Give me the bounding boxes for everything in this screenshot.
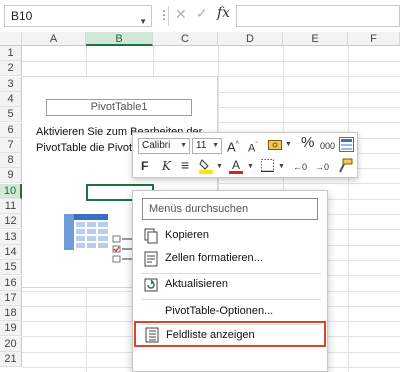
name-box[interactable]: B10 ▼ (4, 5, 152, 27)
font-size-box[interactable]: 11 ▼ (192, 138, 222, 154)
formula-bar: B10 ▼ ⋮ ✕ ✓ fx (0, 0, 400, 32)
insert-function-icon[interactable]: fx (217, 5, 230, 21)
shrink-font-button[interactable]: Aˇ (248, 138, 258, 157)
row-header-20[interactable]: 20 (0, 337, 22, 352)
row-header-17[interactable]: 17 (0, 291, 22, 306)
grow-font-button[interactable]: A^ (227, 137, 239, 155)
thousands-separator-button[interactable]: 000 (320, 138, 335, 154)
chevron-down-icon[interactable]: ▼ (285, 141, 292, 148)
menu-item-label: Aktualisieren (165, 278, 228, 290)
row-header-11[interactable]: 11 (0, 199, 22, 214)
menu-item-label: Feldliste anzeigen (166, 329, 255, 341)
table-format-icon[interactable] (339, 137, 354, 152)
column-header-d[interactable]: D (218, 32, 283, 46)
chevron-down-icon[interactable]: ▼ (216, 163, 223, 170)
align-center-button[interactable]: ≡ (181, 157, 189, 173)
row-header-2[interactable]: 2 (0, 61, 22, 76)
row-header-13[interactable]: 13 (0, 230, 22, 245)
format-cells-icon (144, 251, 158, 267)
chevron-down-icon[interactable]: ▼ (212, 139, 219, 153)
row-header-14[interactable]: 14 (0, 245, 22, 260)
borders-icon[interactable] (261, 159, 274, 172)
column-header-b[interactable]: B (86, 32, 153, 46)
column-header-f[interactable]: F (348, 32, 400, 46)
context-menu: Menüs durchsuchen Kopieren Zellen format… (132, 190, 328, 372)
italic-button[interactable]: K (162, 158, 171, 174)
refresh-icon (144, 278, 158, 292)
chevron-down-icon[interactable]: ▼ (139, 12, 147, 32)
row-header-18[interactable]: 18 (0, 306, 22, 321)
pivot-table-icon (64, 214, 108, 250)
formula-input[interactable] (236, 5, 400, 27)
gridline (348, 46, 349, 372)
row-header-19[interactable]: 19 (0, 321, 22, 336)
gridline (22, 61, 400, 62)
fill-color-icon[interactable] (199, 158, 213, 174)
select-all-corner[interactable] (0, 32, 22, 46)
font-name-value: Calibri (142, 140, 171, 151)
divider (168, 6, 169, 26)
copy-icon (144, 228, 158, 244)
row-header-12[interactable]: 12 (0, 214, 22, 229)
name-box-value: B10 (11, 9, 33, 23)
field-list-icon (145, 327, 159, 343)
row-header-16[interactable]: 16 (0, 276, 22, 291)
menu-item-label: Zellen formatieren... (165, 252, 263, 264)
format-painter-icon[interactable] (338, 158, 353, 173)
row-header-5[interactable]: 5 (0, 107, 22, 122)
menu-item-label: Kopieren (165, 229, 210, 241)
font-color-swatch (229, 171, 243, 174)
menu-item-refresh[interactable]: Aktualisieren (134, 274, 326, 296)
menu-separator (141, 299, 321, 300)
field-checklist-icon (112, 235, 133, 263)
row-header-10[interactable]: 10 (0, 184, 22, 199)
row-header-8[interactable]: 8 (0, 153, 22, 168)
bold-button[interactable]: F (141, 158, 148, 174)
pivot-hint-line2: PivotTable die Pivot (36, 142, 132, 154)
increase-decimal-button[interactable]: ←0 (293, 159, 307, 175)
chevron-down-icon[interactable]: ▼ (247, 163, 254, 170)
menu-search-input[interactable]: Menüs durchsuchen (142, 198, 318, 220)
font-size-value: 11 (196, 140, 207, 151)
font-color-icon[interactable]: A (232, 158, 240, 172)
chevron-down-icon[interactable]: ▼ (180, 139, 187, 153)
column-header-a[interactable]: A (22, 32, 86, 46)
grow-font-icon: A (227, 139, 236, 155)
row-header-15[interactable]: 15 (0, 260, 22, 275)
column-header-e[interactable]: E (283, 32, 348, 46)
menu-item-format-cells[interactable]: Zellen formatieren... (134, 248, 326, 270)
row-header-1[interactable]: 1 (0, 46, 22, 61)
font-name-box[interactable]: Calibri ▼ (138, 138, 190, 154)
menu-item-pivot-options[interactable]: PivotTable-Optionen... (134, 301, 326, 323)
pivot-title: PivotTable1 (46, 99, 192, 116)
row-header-7[interactable]: 7 (0, 138, 22, 153)
menu-item-copy[interactable]: Kopieren (134, 225, 326, 247)
column-header-c[interactable]: C (153, 32, 218, 46)
mini-toolbar: Calibri ▼ 11 ▼ A^ Aˇ ▼ % 000 F K ≡ ▼ A ▼… (132, 132, 358, 178)
menu-item-show-field-list[interactable]: Feldliste anzeigen (134, 321, 326, 347)
decrease-decimal-button[interactable]: →0 (315, 159, 329, 175)
row-header-6[interactable]: 6 (0, 123, 22, 138)
chevron-down-icon[interactable]: ▼ (278, 163, 285, 170)
row-header-9[interactable]: 9 (0, 168, 22, 183)
percent-button[interactable]: % (301, 135, 314, 151)
enter-icon[interactable]: ✓ (196, 5, 208, 22)
cancel-icon[interactable]: ✕ (175, 6, 187, 23)
row-header-4[interactable]: 4 (0, 92, 22, 107)
row-header-3[interactable]: 3 (0, 77, 22, 92)
row-header-21[interactable]: 21 (0, 352, 22, 367)
currency-format-icon[interactable] (268, 139, 284, 152)
menu-item-label: PivotTable-Optionen... (165, 305, 274, 317)
